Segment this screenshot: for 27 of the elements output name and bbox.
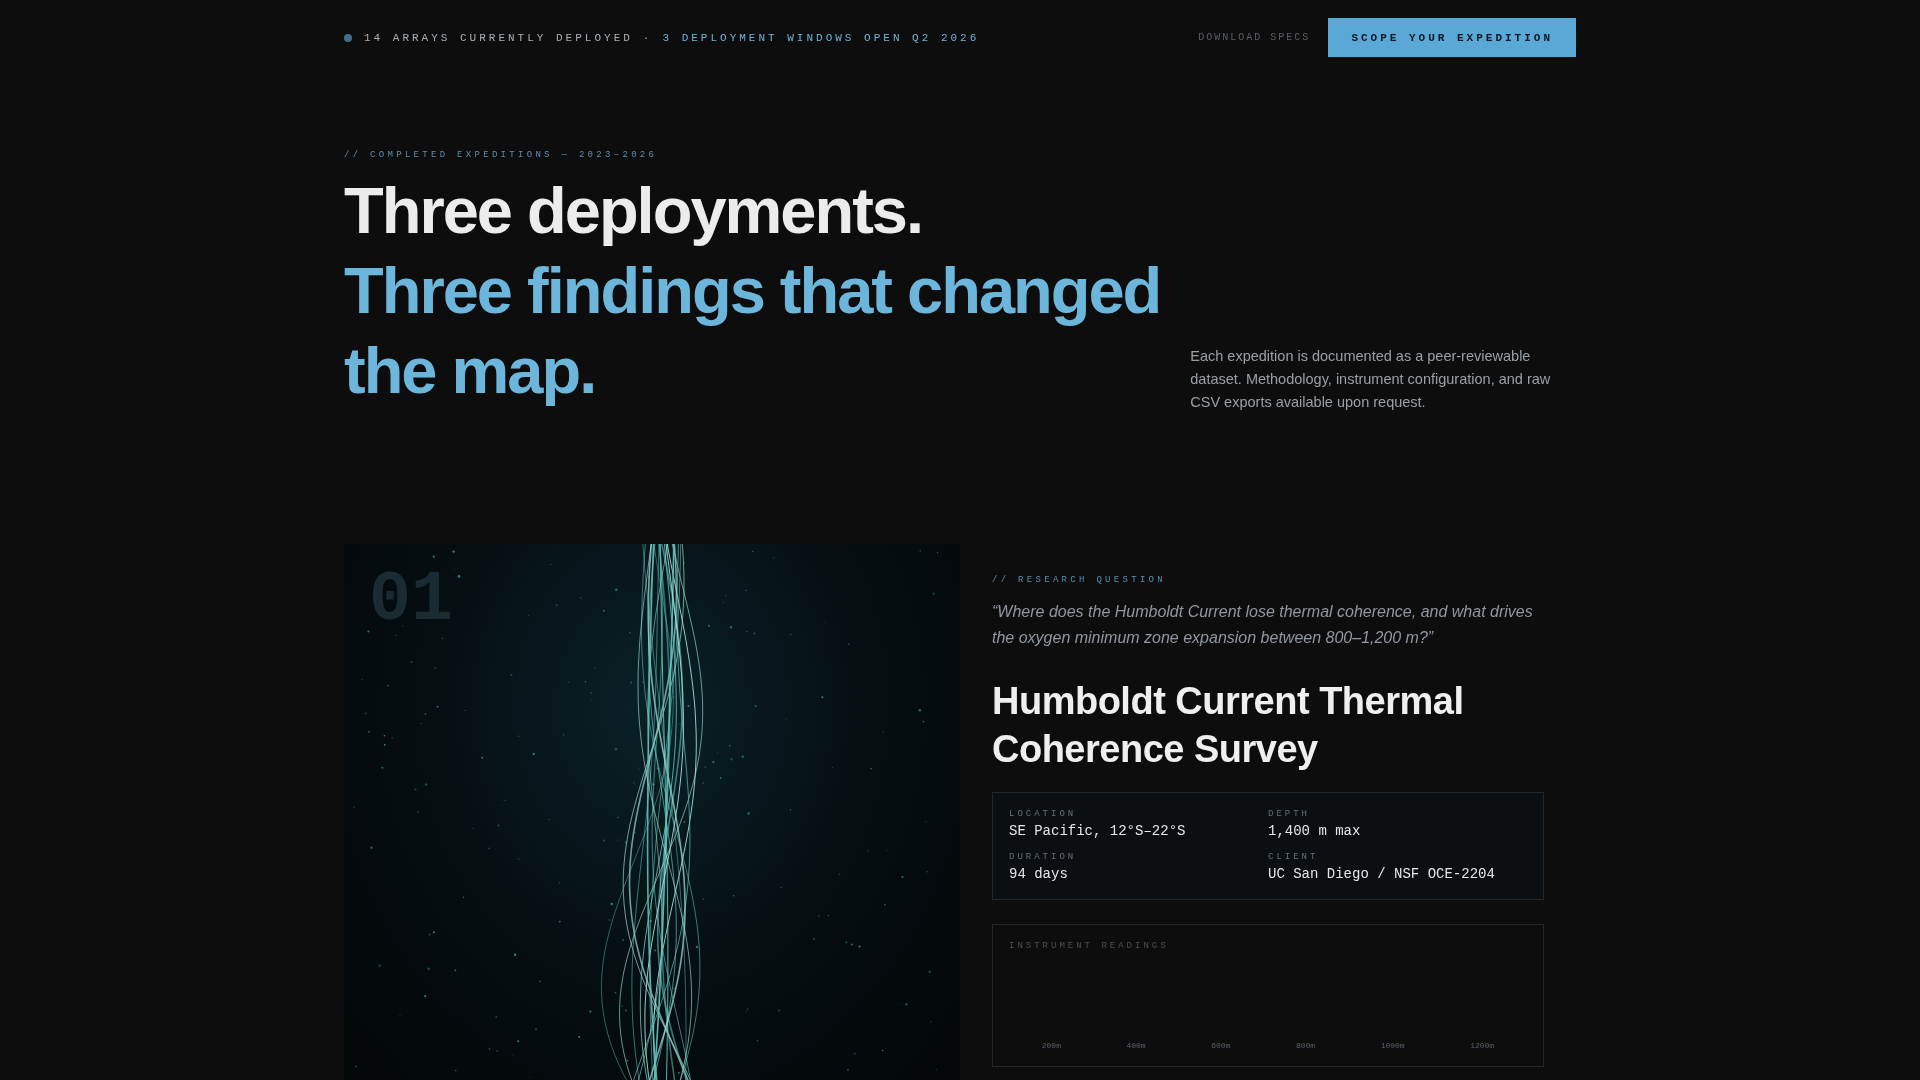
fact-label: DURATION [1009,852,1078,862]
fact-label: DEPTH [1268,809,1311,819]
axis-label: 1000m [1380,1041,1405,1050]
expedition-title: Humboldt Current Thermal Coherence Survey [992,679,1465,772]
axis-label: 200m [1041,1041,1061,1050]
axis-label: 600m [1211,1041,1231,1050]
fact-value: 94 days [1009,866,1069,882]
axis-label: 800m [1295,1041,1316,1050]
axis-label: 400m [1126,1041,1146,1050]
fact-value: UC San Diego / NSF OCE-2204 [1268,866,1496,882]
deployment-status: 14 ARRAYS CURRENTLY DEPLOYED [364,31,633,44]
status-dot [344,33,352,42]
research-eyebrow: // RESEARCH QUESTION [992,575,1168,585]
fact-value: SE Pacific, 12°S–22°S [1009,823,1187,839]
fact-label: CLIENT [1268,852,1320,862]
section-eyebrow: // COMPLETED EXPEDITIONS — 2023–2026 [344,150,659,160]
headline: Three deployments. [344,173,924,249]
scope-button[interactable]: SCOPE YOUR EXPEDITION [1328,18,1576,57]
fact-value: 1,400 m max [1268,823,1362,839]
readings-title: INSTRUMENT READINGS [1009,941,1170,951]
deployment-windows: 3 DEPLOYMENT WINDOWS OPEN Q2 2026 [662,31,980,44]
headline-accent: Three findings that changed the map. [344,253,1162,409]
axis-label: 1200m [1470,1041,1495,1050]
intro-text: Each expedition is documented as a peer-reviewable dataset. Methodology, instrument configuration, and raw CSV exports available upon request. [1190,347,1552,412]
research-question: “Where does the Humboldt Current lose thermal coherence, and what drives the oxygen minimum zone expansion between 800–1,200 m?” [992,602,1534,648]
separator: · [642,31,653,44]
fact-label: LOCATION [1009,809,1078,819]
